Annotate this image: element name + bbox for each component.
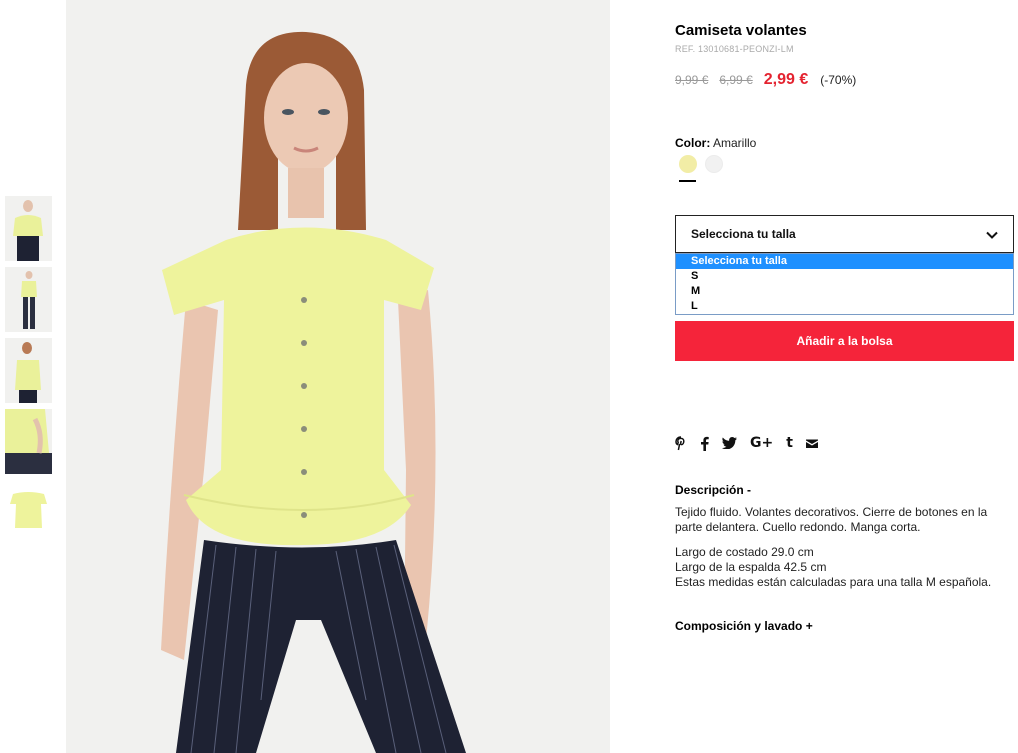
size-option[interactable]: Selecciona tu talla: [676, 254, 1013, 269]
sale-price: 2,99 €: [763, 71, 809, 88]
product-reference: REF. 13010681-PEONZI-LM: [675, 44, 794, 54]
thumbnail-detail[interactable]: [5, 409, 52, 474]
color-label-prefix: Color:: [675, 136, 711, 150]
color-value: Amarillo: [713, 136, 757, 150]
size-select-label: Selecciona tu talla: [691, 227, 796, 241]
chevron-down-icon: [986, 231, 998, 239]
discount-badge: (-70%): [820, 73, 857, 87]
measurement-line: Largo de la espalda 42.5 cm: [675, 560, 827, 574]
color-swatch-amarillo[interactable]: [679, 155, 697, 173]
pinterest-icon[interactable]: [675, 435, 687, 451]
share-icons: G+ t: [675, 435, 831, 451]
product-title: Camiseta volantes: [675, 22, 807, 39]
email-icon[interactable]: [805, 435, 818, 451]
thumbnail-product-flat[interactable]: [5, 480, 52, 545]
color-label: Color: Amarillo: [675, 136, 756, 150]
color-swatch-blanco[interactable]: [705, 155, 723, 173]
add-to-bag-button[interactable]: Añadir a la bolsa: [675, 321, 1014, 361]
size-option[interactable]: M: [676, 284, 1013, 299]
thumbnail-full-body[interactable]: [5, 267, 52, 332]
size-option[interactable]: S: [676, 269, 1013, 284]
thumbnail-strip: [5, 196, 53, 551]
google-plus-icon[interactable]: G+: [750, 435, 773, 451]
product-main-image: [66, 0, 610, 753]
measurements: Largo de costado 29.0 cm Largo de la esp…: [675, 545, 1014, 590]
size-dropdown-list: Selecciona tu talla S M L: [675, 253, 1014, 315]
original-price: 9,99 €: [675, 73, 709, 87]
selected-swatch-indicator: [679, 180, 696, 182]
twitter-icon[interactable]: [722, 435, 737, 451]
price-block: 9,99 € 6,99 € 2,99 € (-70%): [675, 71, 856, 89]
measurement-line: Estas medidas están calculadas para una …: [675, 575, 992, 589]
tumblr-icon[interactable]: t: [786, 435, 793, 451]
description-toggle[interactable]: Descripción -: [675, 483, 751, 497]
description-text: Tejido fluido. Volantes decorativos. Cie…: [675, 505, 988, 534]
size-option[interactable]: L: [676, 299, 1013, 314]
thumbnail-front[interactable]: [5, 196, 52, 261]
size-select[interactable]: Selecciona tu talla: [675, 215, 1014, 253]
composition-toggle[interactable]: Composición y lavado +: [675, 619, 813, 633]
facebook-icon[interactable]: [700, 435, 709, 451]
previous-price: 6,99 €: [719, 73, 753, 87]
measurement-line: Largo de costado 29.0 cm: [675, 545, 814, 559]
thumbnail-side[interactable]: [5, 338, 52, 403]
